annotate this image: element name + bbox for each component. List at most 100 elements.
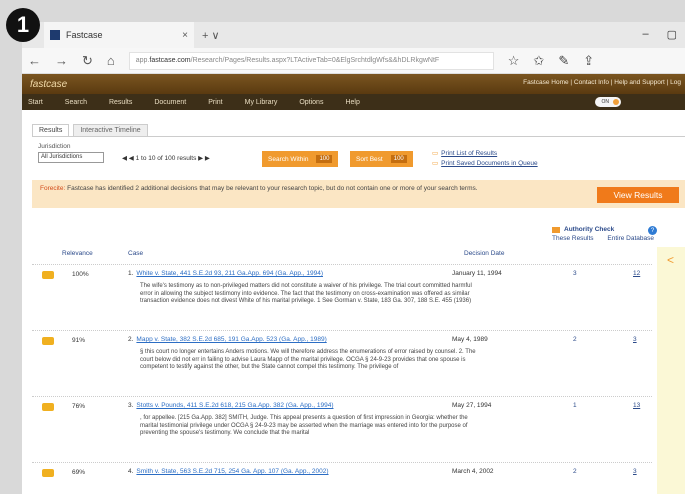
jurisdiction-select[interactable]: All Jurisdictions bbox=[38, 152, 104, 163]
entire-database-header[interactable]: Entire Database bbox=[607, 235, 654, 242]
url-field[interactable]: app. fastcase.com/Research/Pages/Results.… bbox=[128, 51, 494, 70]
maximize-icon[interactable]: ▢ bbox=[667, 28, 677, 41]
authority-check-title: Authority Check bbox=[564, 226, 615, 233]
sort-count: 100 bbox=[390, 155, 407, 163]
nav-results[interactable]: Results bbox=[109, 99, 132, 106]
authority-check-heading: Authority Check bbox=[552, 226, 654, 233]
forward-icon[interactable]: → bbox=[55, 53, 68, 68]
tab-results[interactable]: Results bbox=[32, 124, 70, 136]
these-results-count[interactable]: 3 bbox=[573, 270, 577, 277]
back-icon[interactable]: ← bbox=[28, 53, 41, 68]
window-controls: – ▢ bbox=[642, 28, 677, 41]
browser-toolbar-icons: ☆ ✩ ✎ ⇪ bbox=[508, 53, 594, 69]
these-results-count[interactable]: 2 bbox=[573, 468, 577, 475]
notes-pen-icon[interactable]: ✎ bbox=[558, 53, 569, 69]
relevance-value: 100% bbox=[72, 271, 89, 278]
print-saved-label: Print Saved Documents in Queue bbox=[441, 160, 538, 167]
result-row: 76% 3. Stotts v. Pounds, 411 S.E.2d 618, … bbox=[32, 396, 652, 462]
nav-search[interactable]: Search bbox=[65, 99, 87, 106]
these-results-count[interactable]: 2 bbox=[573, 336, 577, 343]
side-panel-tab[interactable]: < bbox=[657, 247, 685, 494]
case-link[interactable]: 3. Stotts v. Pounds, 411 S.E.2d 618, 215 … bbox=[128, 402, 333, 409]
new-tab-button[interactable]: + ∨ bbox=[202, 29, 220, 42]
authority-check-columns: These Results Entire Database bbox=[552, 235, 654, 242]
authority-check-panel: Authority Check These Results Entire Dat… bbox=[552, 226, 654, 242]
entire-database-count[interactable]: 3 bbox=[633, 468, 637, 475]
share-icon[interactable]: ⇪ bbox=[583, 53, 594, 69]
nav-options[interactable]: Options bbox=[299, 99, 323, 106]
case-snippet: § this court no longer entertains Anders… bbox=[140, 349, 476, 371]
address-bar-row: ← → ↻ ⌂ app. fastcase.com/Research/Pages/… bbox=[22, 48, 685, 74]
decision-date: May 27, 1994 bbox=[452, 402, 492, 409]
result-row: 91% 2. Mapp v. State, 382 S.E.2d 685, 191… bbox=[32, 330, 652, 396]
relevance-value: 76% bbox=[72, 403, 86, 410]
nav-help[interactable]: Help bbox=[345, 99, 359, 106]
forecite-label: Forecite: bbox=[40, 185, 66, 192]
results-pager[interactable]: ◀ ◀ 1 to 10 of 100 results ▶ ▶ bbox=[122, 154, 210, 162]
search-within-label: Search Within bbox=[268, 155, 309, 163]
search-within-count: 100 bbox=[316, 155, 333, 163]
sort-button[interactable]: Sort Best 100 bbox=[350, 151, 413, 167]
nav-document[interactable]: Document bbox=[154, 99, 186, 106]
case-link[interactable]: 4. Smith v. State, 563 S.E.2d 715, 254 Ga… bbox=[128, 468, 329, 475]
decision-date-header[interactable]: Decision Date bbox=[464, 250, 504, 257]
toggle-label: ON bbox=[601, 99, 610, 105]
entire-database-count[interactable]: 12 bbox=[633, 270, 640, 277]
browser-tab[interactable]: Fastcase × bbox=[44, 22, 194, 48]
entire-database-count[interactable]: 3 bbox=[633, 336, 637, 343]
relevance-flag-icon bbox=[42, 337, 54, 345]
fastcase-top-links[interactable]: Fastcase Home | Contact Info | Help and … bbox=[523, 79, 681, 86]
help-icon[interactable]: ? bbox=[648, 226, 657, 235]
case-header[interactable]: Case bbox=[128, 250, 143, 257]
print-links: ▭ Print List of Results ▭ Print Saved Docu… bbox=[432, 149, 538, 169]
case-link[interactable]: 1. White v. State, 441 S.E.2d 93, 211 Ga.… bbox=[128, 270, 323, 277]
search-within-button[interactable]: Search Within 100 bbox=[262, 151, 339, 167]
step-number-badge: 1 bbox=[6, 8, 40, 42]
print-saved-link[interactable]: ▭ Print Saved Documents in Queue bbox=[432, 159, 538, 169]
results-table-header: Relevance Case Decision Date bbox=[32, 250, 652, 262]
result-row: 100% 1. White v. State, 441 S.E.2d 93, 21… bbox=[32, 264, 652, 330]
url-prefix: app. bbox=[135, 57, 150, 64]
home-icon[interactable]: ⌂ bbox=[107, 53, 115, 68]
entire-database-count[interactable]: 13 bbox=[633, 402, 640, 409]
result-number: 4. bbox=[128, 468, 134, 475]
view-results-button[interactable]: View Results bbox=[597, 187, 679, 203]
these-results-count[interactable]: 1 bbox=[573, 402, 577, 409]
feature-toggle[interactable]: ON bbox=[595, 97, 621, 107]
case-link[interactable]: 2. Mapp v. State, 382 S.E.2d 685, 191 Ga.… bbox=[128, 336, 327, 343]
fastcase-logo[interactable]: fastcase bbox=[30, 79, 67, 90]
favorite-star-icon[interactable]: ☆ bbox=[508, 53, 520, 69]
tab-interactive-timeline[interactable]: Interactive Timeline bbox=[73, 124, 148, 136]
url-path: /Research/Pages/Results.aspx?LTActiveTab… bbox=[190, 57, 440, 64]
fastcase-favicon-icon bbox=[50, 30, 60, 40]
relevance-header[interactable]: Relevance bbox=[62, 250, 93, 257]
tab-title: Fastcase bbox=[66, 30, 103, 40]
favorites-list-icon[interactable]: ✩ bbox=[533, 53, 544, 69]
result-number: 3. bbox=[128, 402, 134, 409]
result-number: 2. bbox=[128, 336, 134, 343]
these-results-header[interactable]: These Results bbox=[552, 235, 594, 242]
relevance-flag-icon bbox=[42, 469, 54, 477]
decision-date: May 4, 1989 bbox=[452, 336, 488, 343]
print-icon: ▭ bbox=[432, 150, 439, 157]
browser-tab-bar: Fastcase × + ∨ – ▢ bbox=[22, 22, 685, 48]
results-toolbar: Jurisdiction All Jurisdictions ◀ ◀ 1 to … bbox=[32, 136, 685, 176]
close-tab-icon[interactable]: × bbox=[182, 30, 188, 41]
nav-start[interactable]: Start bbox=[28, 99, 43, 106]
refresh-icon[interactable]: ↻ bbox=[82, 53, 93, 69]
fastcase-header: fastcase Fastcase Home | Contact Info | … bbox=[22, 74, 685, 94]
results-tabs: Results Interactive Timeline bbox=[32, 124, 148, 136]
case-title: Mapp v. State, 382 S.E.2d 685, 191 Ga.Ap… bbox=[136, 336, 327, 343]
result-number: 1. bbox=[128, 270, 134, 277]
relevance-flag-icon bbox=[42, 403, 54, 411]
minimize-icon[interactable]: – bbox=[642, 28, 648, 41]
decision-date: January 11, 1994 bbox=[452, 270, 502, 277]
collapse-arrow-icon[interactable]: < bbox=[667, 253, 674, 267]
screenshot-frame: 1 Fastcase × + ∨ – ▢ ← → ↻ ⌂ app. fastcas… bbox=[0, 0, 685, 494]
nav-print[interactable]: Print bbox=[208, 99, 222, 106]
nav-my-library[interactable]: My Library bbox=[245, 99, 278, 106]
print-list-label: Print List of Results bbox=[441, 150, 498, 157]
case-snippet: The wife's testimony as to non-privilege… bbox=[140, 283, 472, 305]
result-row: 69% 4. Smith v. State, 563 S.E.2d 715, 25… bbox=[32, 462, 652, 486]
print-list-link[interactable]: ▭ Print List of Results bbox=[432, 149, 538, 159]
